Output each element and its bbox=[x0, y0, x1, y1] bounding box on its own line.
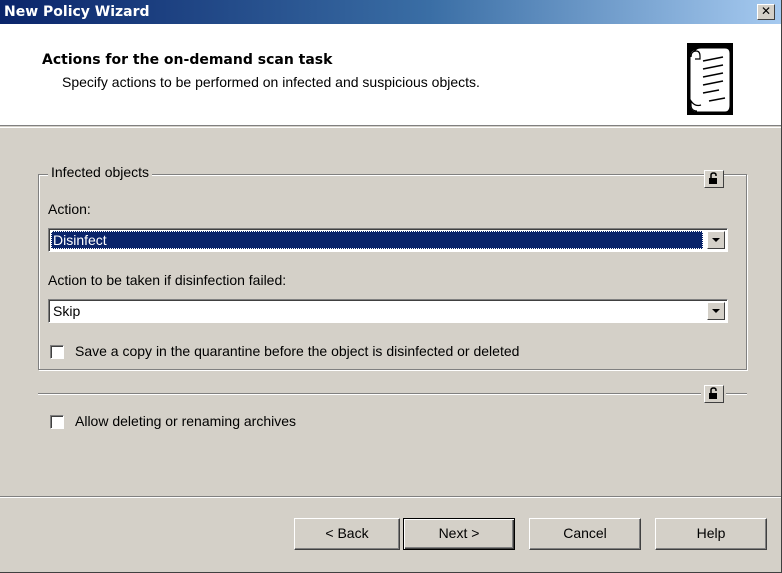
cancel-button[interactable]: Cancel bbox=[529, 518, 641, 550]
wizard-header: Actions for the on-demand scan task Spec… bbox=[0, 24, 781, 126]
back-button[interactable]: < Back bbox=[294, 518, 400, 550]
page-subtitle: Specify actions to be performed on infec… bbox=[62, 74, 480, 90]
failed-action-select[interactable]: Skip bbox=[48, 299, 728, 323]
scroll-document-icon bbox=[687, 43, 733, 115]
failed-action-select-value: Skip bbox=[53, 303, 81, 319]
header-divider bbox=[0, 127, 781, 128]
archives-lock-button[interactable] bbox=[704, 385, 724, 403]
wizard-window: New Policy Wizard ✕ Actions for the on-d… bbox=[0, 0, 782, 573]
archives-divider-right bbox=[726, 393, 747, 395]
unlocked-padlock-icon bbox=[709, 172, 717, 184]
archives-checkbox[interactable] bbox=[50, 415, 64, 429]
quarantine-label[interactable]: Save a copy in the quarantine before the… bbox=[75, 343, 519, 359]
chevron-down-icon[interactable] bbox=[707, 302, 725, 320]
action-label: Action: bbox=[48, 201, 91, 217]
close-icon: ✕ bbox=[760, 4, 772, 18]
failed-action-label: Action to be taken if disinfection faile… bbox=[48, 272, 287, 288]
action-select[interactable]: Disinfect bbox=[48, 228, 728, 252]
archives-divider bbox=[38, 393, 701, 395]
page-title: Actions for the on-demand scan task bbox=[42, 52, 333, 68]
footer-divider bbox=[0, 496, 781, 498]
infected-lock-button[interactable] bbox=[704, 170, 724, 188]
action-select-value: Disinfect bbox=[51, 231, 703, 249]
chevron-down-icon[interactable] bbox=[707, 231, 725, 249]
title-bar[interactable]: New Policy Wizard ✕ bbox=[0, 0, 781, 24]
archives-label[interactable]: Allow deleting or renaming archives bbox=[75, 413, 296, 429]
quarantine-checkbox[interactable] bbox=[50, 345, 64, 359]
window-title: New Policy Wizard bbox=[4, 4, 150, 20]
infected-objects-legend: Infected objects bbox=[48, 164, 153, 180]
close-button[interactable]: ✕ bbox=[757, 4, 775, 20]
next-button[interactable]: Next > bbox=[403, 518, 515, 550]
unlocked-padlock-icon bbox=[709, 387, 717, 399]
help-button[interactable]: Help bbox=[655, 518, 767, 550]
